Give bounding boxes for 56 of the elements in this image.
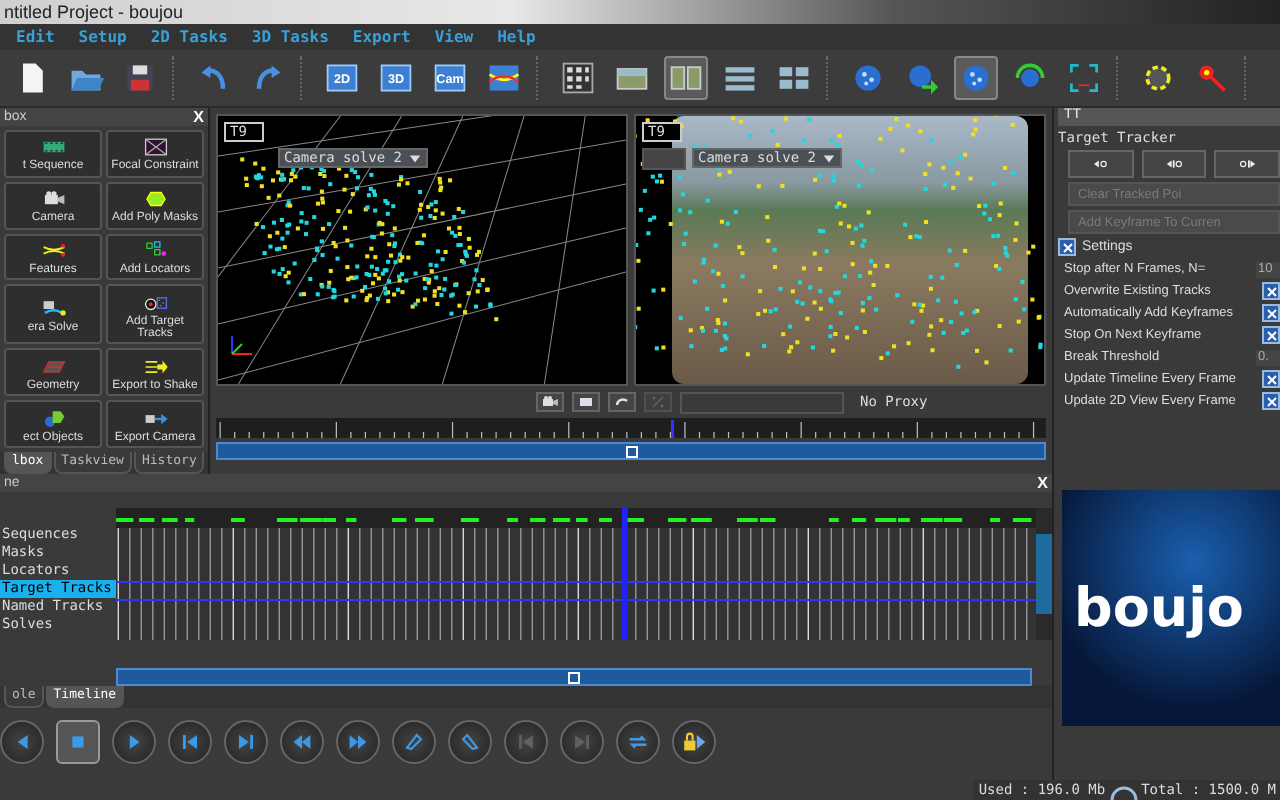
checkbox[interactable]	[1262, 304, 1280, 322]
checkbox[interactable]	[1058, 238, 1076, 256]
curves-icon	[486, 60, 522, 96]
checkbox[interactable]	[1262, 370, 1280, 388]
menu-item[interactable]: View	[434, 28, 474, 46]
track-button[interactable]	[1068, 150, 1134, 178]
transport-button[interactable]	[672, 719, 716, 763]
transport-button[interactable]	[224, 719, 268, 763]
view-button[interactable]	[608, 392, 636, 412]
scroll-thumb[interactable]	[568, 671, 580, 683]
ball-icon	[850, 60, 886, 96]
input-field[interactable]	[680, 391, 844, 413]
transport-button[interactable]	[392, 719, 436, 763]
transport-button[interactable]	[336, 719, 380, 763]
scroll-bar[interactable]	[216, 442, 1046, 460]
menu-item[interactable]: Export	[352, 28, 411, 46]
screen-icon	[576, 392, 596, 412]
menu-item[interactable]: Edit	[16, 28, 55, 46]
view-button[interactable]	[536, 392, 564, 412]
checkbox[interactable]	[1262, 392, 1280, 410]
dropdown-caret-icon	[822, 151, 837, 165]
track-button[interactable]	[1141, 150, 1207, 178]
camera-icon	[540, 392, 560, 412]
window-title: ntitled Project - boujou	[0, 0, 1280, 24]
grid-icon	[560, 60, 596, 96]
transport-button[interactable]	[280, 719, 324, 763]
ball-arrow-icon	[904, 60, 940, 96]
split-icon	[668, 60, 704, 96]
bracket-icon	[1066, 60, 1102, 96]
transport-button[interactable]	[168, 719, 212, 763]
ball-icon	[958, 60, 994, 96]
scroll-bar[interactable]	[116, 668, 1032, 686]
transport-button[interactable]	[616, 719, 660, 763]
menu-item[interactable]: 2D Tasks	[150, 28, 228, 46]
checkbox[interactable]	[1262, 326, 1280, 344]
transport-button[interactable]	[448, 719, 492, 763]
menu-item[interactable]: 3D Tasks	[251, 28, 329, 46]
scroll-thumb[interactable]	[625, 445, 637, 457]
menu-item[interactable]: Setup	[78, 28, 127, 46]
dropdown-caret-icon	[408, 151, 423, 165]
logo: boujo	[1062, 490, 1280, 726]
lock-icon	[680, 727, 708, 755]
vertical-scroll-bar[interactable]	[1036, 508, 1052, 640]
transport-button[interactable]	[56, 719, 100, 763]
toolbar-button[interactable]	[664, 56, 708, 100]
view-button[interactable]	[572, 392, 600, 412]
transport-button[interactable]	[0, 719, 44, 763]
transport-button[interactable]	[112, 719, 156, 763]
axis-icon	[226, 332, 254, 360]
percent-icon	[648, 392, 668, 412]
pin-icon	[1194, 60, 1230, 96]
close-button[interactable]: X	[193, 108, 204, 126]
close-button[interactable]: X	[1037, 474, 1048, 492]
checkbox[interactable]	[1262, 282, 1280, 300]
menu-item[interactable]: Help	[497, 28, 536, 46]
track-button[interactable]	[1214, 150, 1280, 178]
